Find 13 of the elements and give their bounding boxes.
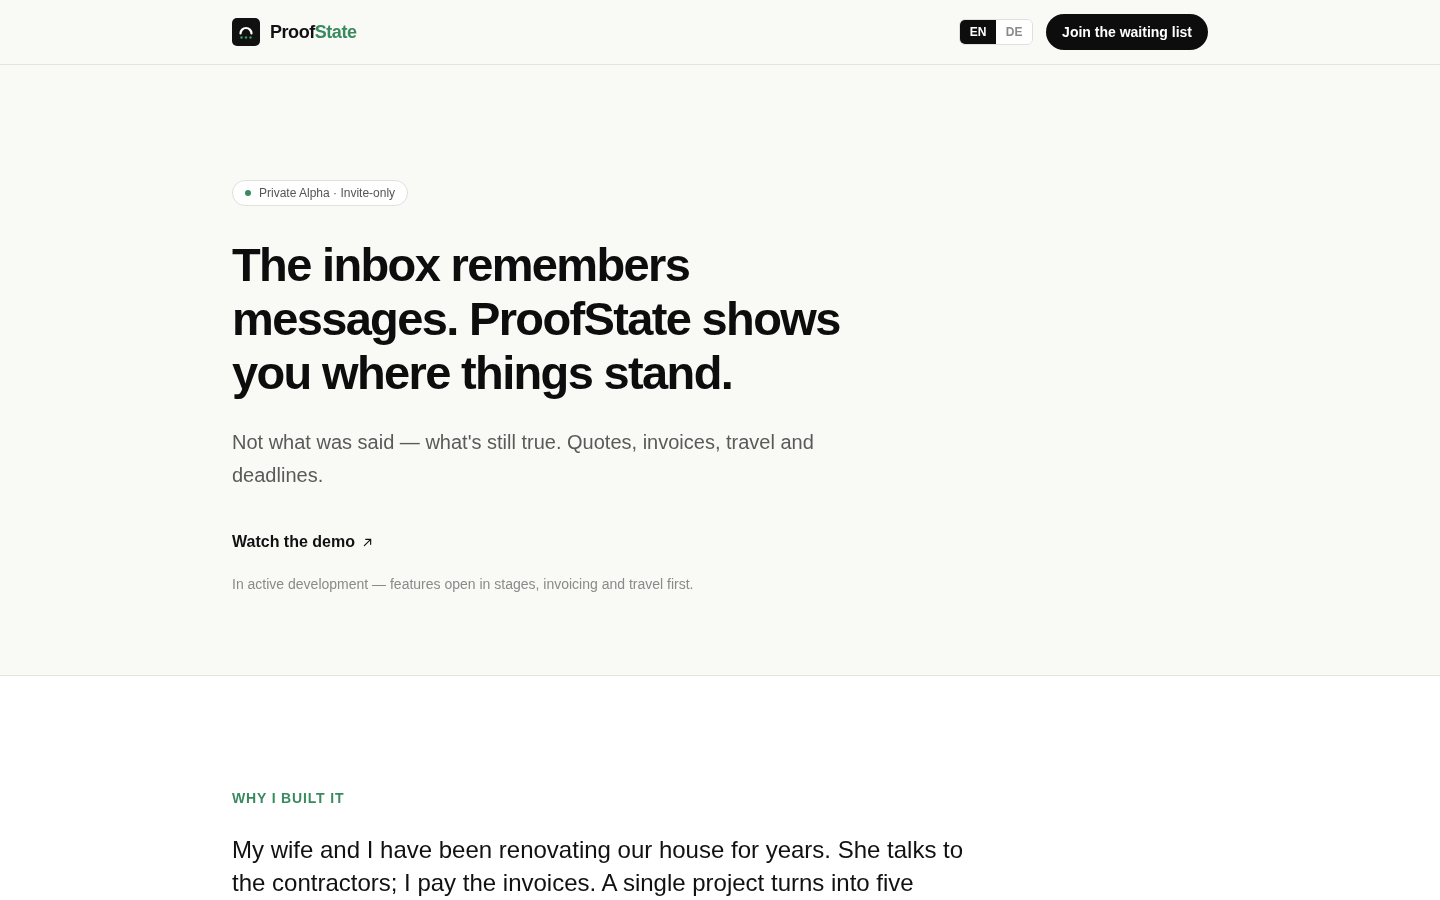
badge-label: Private Alpha · Invite-only <box>259 185 396 202</box>
section-eyebrow: WHY I BUILT IT <box>232 789 346 808</box>
logo-icon <box>232 18 260 46</box>
join-waitlist-button[interactable]: Join the waiting list <box>1046 14 1208 50</box>
language-tab[interactable]: EN <box>960 20 997 44</box>
arrow-up-right-icon <box>362 537 372 547</box>
brand-name[interactable]: ProofState <box>270 18 357 46</box>
watch-demo-link[interactable]: Watch the demo <box>232 530 372 554</box>
hero-headline: The inbox remembers messages. ProofState shows you where things stand. <box>232 238 841 400</box>
story-paragraph: My wife and I have been renovating our house for years. She talks to the contractors; I pay the invoices. A single project turns into five <box>232 835 965 898</box>
development-note: In active development — features open in stages, invoicing and travel first. <box>232 575 695 594</box>
status-dot-icon <box>245 190 251 196</box>
hero-subtitle: Not what was said — what's still true. Quotes, invoices, travel and deadlines. <box>232 430 815 488</box>
